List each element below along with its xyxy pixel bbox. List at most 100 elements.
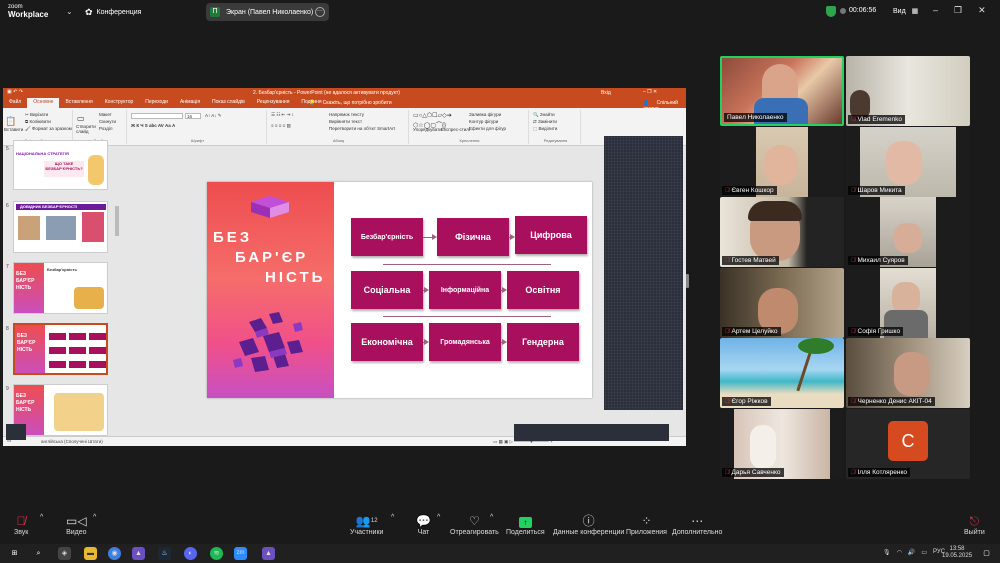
participant-tile[interactable]: 🎙̸ Єгор Ріжков [720,338,844,408]
ppt-tab-animations[interactable]: Анімація [174,98,206,108]
chat-options-caret[interactable]: ^ [437,514,440,521]
audio-options-caret[interactable]: ^ [40,514,43,521]
replace-button[interactable]: ⇄ Замінити [533,119,557,125]
ppt-tab-home[interactable]: Основне [27,98,60,108]
panel-resize-handle[interactable] [686,274,689,288]
task-view-icon[interactable]: ◈ [58,547,71,560]
screen-share-pill[interactable]: П Экран (Павел Николаенко) ··· [206,3,329,21]
slide-thumbnail-7[interactable]: БЕЗ БАР'ЄР НІСТЬ Безбар'єрність [13,262,108,314]
participant-tile[interactable]: 🎙̸ Черненко Денис АКІТ-04 [846,338,970,408]
share-button[interactable]: ↑ Поделиться [506,514,545,536]
app-icon[interactable]: ▲ [132,547,145,560]
participant-tile[interactable]: 🎙̸ Софія Гришко [846,268,970,338]
leave-button[interactable]: ⎋ Выйти [964,514,985,536]
participant-tile[interactable]: 🎙̸ Євген Кошкор [720,127,844,197]
slide-thumbnail-9[interactable]: БЕЗ БАР'ЄР НІСТЬ [13,384,108,436]
shield-icon[interactable] [826,6,836,17]
save-icon[interactable]: ▣ ↶ ↷ [7,89,23,95]
participant-tile[interactable]: 🎙̸ Гостев Матвей [720,197,844,267]
ppt-window-controls[interactable]: – ❐ ✕ [643,89,657,95]
participant-tile[interactable]: 🎙̸ Артем Целуйко [720,268,844,338]
font-style-buttons[interactable]: Ж К Ч S abc AV Аа A [131,123,175,128]
font-size-select[interactable]: 16 [185,113,201,119]
grow-shrink-font-icon[interactable]: A↑ A↓ ✎ [205,113,222,119]
participant-tile[interactable]: C 🎙̸ Ілля Котляренко [846,409,970,479]
text-direction-button[interactable]: Напрямок тексту [329,112,364,117]
ppt-tab-slideshow[interactable]: Показ слайдів [206,98,251,108]
slide-thumbnail-5[interactable]: НАЦІОНАЛЬНА СТРАТЕГІЯ ЩО ТАКЕ БЕЗБАР'ЄРН… [13,140,108,190]
ppt-tab-review[interactable]: Рецензування [251,98,296,108]
react-options-caret[interactable]: ^ [490,514,493,521]
participants-options-caret[interactable]: ^ [391,514,394,521]
paste-button[interactable]: Вставити [4,127,23,132]
file-explorer-icon[interactable]: ▬ [84,547,97,560]
participant-tile[interactable]: Павел Николаенко [720,56,844,126]
paste-icon[interactable]: 📋 [5,116,16,127]
ppt-tell-me[interactable]: 💡 Скажіть, що потрібно зробити [303,99,404,107]
volume-icon[interactable]: 🔊 [908,549,915,556]
find-button[interactable]: 🔍 Знайти [533,112,555,118]
app-icon-2[interactable]: ▲ [262,547,275,560]
format-painter-button[interactable]: 🖌 Формат за зразком [25,126,72,132]
shape-outline-button[interactable]: Контур фігури [469,119,498,124]
participants-button[interactable]: 👥12 Участники [350,514,383,536]
search-icon[interactable]: ⌕ [32,547,45,560]
more-icon[interactable]: ··· [315,7,325,17]
layout-button[interactable]: Макет [99,112,112,117]
chevron-down-icon[interactable]: ⌄ [66,7,73,16]
smartart-button[interactable]: Перетворити на об'єкт SmartArt [329,126,395,131]
wifi-icon[interactable]: ◠ [897,549,902,556]
ppt-signin[interactable]: Вхід [601,90,611,96]
participant-tile[interactable]: 🎙̸ Шаров Микита [846,127,970,197]
battery-icon[interactable]: ▭ [921,549,927,556]
zoom-app-icon[interactable]: zm [234,547,247,560]
conference-menu[interactable]: ✿ Конференция [85,7,141,18]
close-icon[interactable]: ✕ [978,5,986,16]
chat-button[interactable]: 💬 Чат [416,514,431,536]
cut-button[interactable]: ✂ Вирізати [25,112,48,118]
copy-button[interactable]: ⧉ Копіювати [25,119,51,124]
mic-icon[interactable]: 🎙 [883,549,891,556]
video-options-caret[interactable]: ^ [93,514,96,521]
font-name-select[interactable] [131,113,183,119]
shape-effects-button[interactable]: Ефекти для фігур [469,126,506,131]
audio-button[interactable]: 🎙̸ Звук [14,514,28,536]
select-button[interactable]: ⬚ Виділити [533,126,557,132]
steam-icon[interactable]: ♨ [158,547,171,560]
ppt-tab-insert[interactable]: Вставлення [59,98,98,108]
status-language[interactable]: англійська (Сполучені Штати) [41,439,103,444]
notifications-icon[interactable]: ▢ [980,547,993,560]
thumbnail-scrollbar[interactable] [115,206,119,236]
spotify-icon[interactable]: ≋ [210,547,223,560]
slide-thumbnail-8[interactable]: БЕЗ БАР'ЄР НІСТЬ [13,323,108,375]
align-buttons[interactable]: ≡ ≡ ≡ ≡ ▥ [271,123,291,129]
quick-styles-button[interactable]: Експрес-стилі [441,127,470,132]
ppt-tab-transitions[interactable]: Переходи [139,98,174,108]
align-text-button[interactable]: Вирівняти текст [329,119,362,124]
ppt-tab-design[interactable]: Конструктор [99,98,140,108]
chrome-icon[interactable]: ◉ [108,547,121,560]
windows-start-icon[interactable]: ⊞ [8,547,21,560]
slide-thumbnail-6[interactable]: ДОВІДНИК БЕЗБАР'ЄРНОСТІ [13,201,108,253]
video-button[interactable]: ▭◁ Видео [66,514,87,536]
maximize-icon[interactable]: ❐ [954,5,962,16]
reset-button[interactable]: Скинути [99,119,116,124]
participant-tile[interactable]: 🎙̸ Дарья Савченко [720,409,844,479]
discord-icon[interactable]: ◐ [184,547,197,560]
ppt-tab-file[interactable]: Файл [3,98,27,108]
view-menu[interactable]: Вид ▦ [893,7,918,15]
taskbar-clock[interactable]: 13:58 19.05.2025 [942,546,972,560]
arrange-button[interactable]: Упорядкувати [413,127,442,132]
shapes-gallery[interactable]: ▭○△⬠☐▱◇➔ [413,112,452,119]
list-buttons[interactable]: ☰ ☷ ⇤ ⇥ ↕ [271,112,294,118]
shape-fill-button[interactable]: Заливка фігури [469,112,501,117]
new-slide-button[interactable]: Створити слайд [76,124,98,134]
minimize-icon[interactable]: – [933,5,938,16]
participant-tile[interactable]: 🎙̸ Михаил Суяров [846,197,970,267]
more-button[interactable]: ⋯ Дополнительно [672,514,722,536]
participant-tile[interactable]: 🎙̸ Vlad Eremenko [846,56,970,126]
new-slide-icon[interactable]: ▭ [77,114,85,123]
section-button[interactable]: Розділ [99,126,112,131]
meeting-info-button[interactable]: ⓘ Данные конференции [553,514,624,536]
apps-button[interactable]: ⁘ Приложения [626,514,667,536]
